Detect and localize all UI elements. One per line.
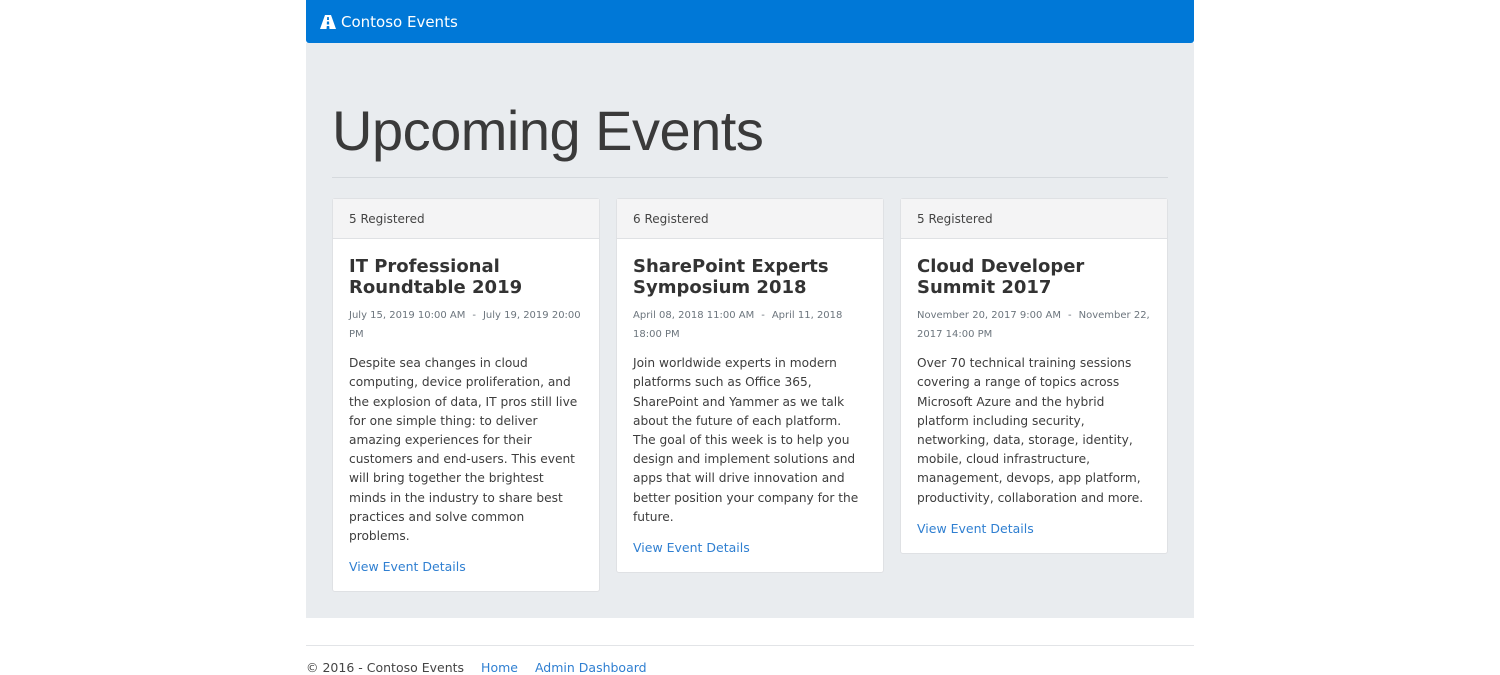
card-body: IT Professional Roundtable 2019 July 15,… [333,239,599,591]
registered-count: 5 Registered [901,199,1167,240]
brand-label: Contoso Events [341,12,458,31]
event-description: Over 70 technical training sessions cove… [917,356,1144,505]
registered-count: 5 Registered [333,199,599,240]
event-description: Despite sea changes in cloud computing, … [349,356,578,544]
road-icon [320,14,336,29]
events-panel: Upcoming Events 5 Registered IT Professi… [306,43,1194,618]
page-title: Upcoming Events [332,97,1168,179]
event-start: July 15, 2019 10:00 AM [349,310,466,322]
date-separator: - [1068,310,1072,322]
view-event-details-link[interactable]: View Event Details [917,521,1034,536]
event-title: IT Professional Roundtable 2019 [349,256,523,299]
event-cards: 5 Registered IT Professional Roundtable … [332,198,1168,593]
view-event-details-link[interactable]: View Event Details [349,559,466,574]
event-card: 6 Registered SharePoint Experts Symposiu… [616,198,884,574]
event-description: Join worldwide experts in modern platfor… [633,356,859,524]
card-body: SharePoint Experts Symposium 2018 April … [617,239,883,572]
registered-count: 6 Registered [617,199,883,240]
event-card: 5 Registered IT Professional Roundtable … [332,198,600,593]
event-card: 5 Registered Cloud Developer Summit 2017… [900,198,1168,554]
event-start: April 08, 2018 11:00 AM [633,310,755,322]
brand-link[interactable]: Contoso Events [320,13,458,31]
card-body: Cloud Developer Summit 2017 November 20,… [901,239,1167,553]
footer: © 2016 - Contoso Events Home Admin Dashb… [306,645,1194,675]
event-dates: November 20, 2017 9:00 AM - November 22, 2… [917,306,1151,344]
view-event-details-link[interactable]: View Event Details [633,540,750,555]
event-title: Cloud Developer Summit 2017 [917,256,1085,299]
date-separator: - [472,310,476,322]
event-dates: July 15, 2019 10:00 AM - July 19, 2019 20:… [349,306,583,344]
navbar: Contoso Events [306,0,1194,43]
event-title: SharePoint Experts Symposium 2018 [633,256,829,299]
date-separator: - [761,310,765,322]
event-dates: April 08, 2018 11:00 AM - April 11, 2018 1… [633,306,867,344]
page-container: Contoso Events Upcoming Events 5 Registe… [306,0,1194,675]
event-start: November 20, 2017 9:00 AM [917,310,1062,322]
